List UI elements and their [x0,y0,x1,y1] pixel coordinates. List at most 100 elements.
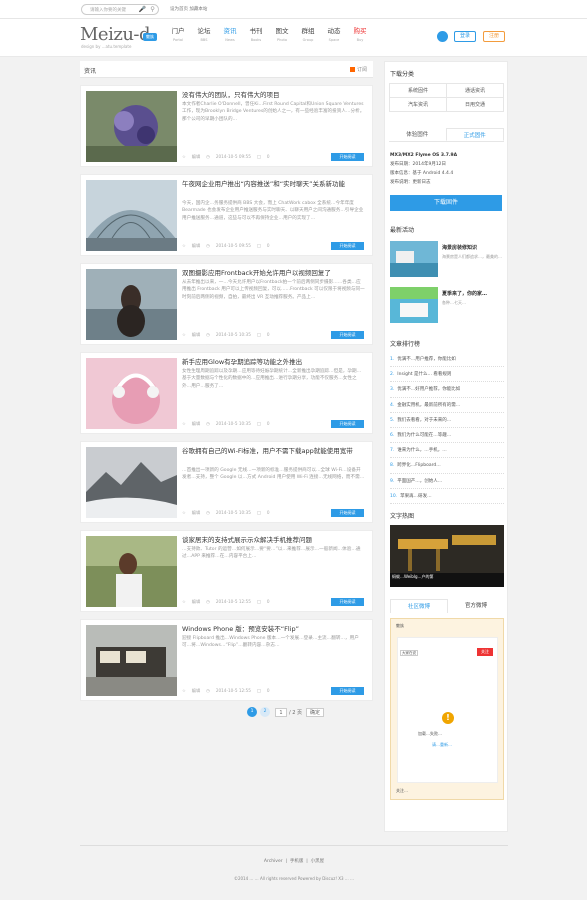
site-header: Meizu-d 魅族 design by ...atu.template 门户 P… [0,19,587,57]
nav-news[interactable]: 资讯 News [217,25,243,42]
nav-space[interactable]: 动态 Space [321,25,347,42]
site-logo[interactable]: Meizu-d [80,24,151,45]
page-1[interactable]: 1 [247,707,257,717]
microphone-icon[interactable]: 🎤 [139,6,146,13]
tab-community-weibo[interactable]: 社区微博 [390,599,448,613]
rank-item[interactable]: 9. 平面国产…，创始人… [390,474,504,489]
footer-link[interactable]: Archiver [264,859,283,864]
article-card[interactable]: 没有伟大的团队，只有伟大的项目 本文作者Charlie O'Donnell，曾任… [80,85,373,167]
nav-sublabel: News [225,38,235,42]
rank-item[interactable]: 2. Insight 是什么… 看看规则 [390,367,504,383]
article-thumbnail[interactable] [86,91,177,162]
article-title[interactable]: Windows Phone 版：预览安装不“Flip” [182,624,365,634]
nav-buy[interactable]: 购买 Buy [347,25,373,42]
nav-sublabel: Space [328,38,340,42]
tab-official-weibo[interactable]: 官方微博 [448,599,504,613]
nav-group[interactable]: 群组 Group [295,25,321,42]
read-more-button[interactable]: 开始阅读 [331,687,364,695]
article-title[interactable]: 双图摄影应用Frontback开始允许用户以视频回复了 [182,268,365,278]
article-card[interactable]: Windows Phone 版：预览安装不“Flip” 迎接 Flipboard… [80,619,373,701]
cat-item[interactable]: 通话资讯 [447,84,504,98]
user-icon[interactable] [437,31,448,42]
page-input[interactable]: 1 [275,707,287,717]
article-card[interactable]: 双图摄影应用Frontback开始允许用户以视频回复了 从去年推出以来，一…今天… [80,263,373,345]
go-button[interactable]: 确定 [306,707,325,717]
firmware-name: MX3/MX2 Flyme OS 3.7.9A [390,153,458,158]
article-card[interactable]: 谷歌拥有自己的Wi-Fi标准，用户不需下载app就能使用宽带 …首推出一项新的 … [80,441,373,523]
follow-button[interactable]: 关注 [477,648,493,656]
register-button[interactable]: 注册 [483,31,505,42]
clock-icon: ◷ [206,332,210,337]
read-more-button[interactable]: 开始阅读 [331,153,364,161]
footer-link[interactable]: 手机版 [290,859,304,864]
nav-photo[interactable]: 图文 Photo [269,25,295,42]
search-icon[interactable]: ⚲ [150,5,155,13]
cat-item[interactable]: 系统固件 [390,84,447,98]
comment-count: 0 [266,688,270,693]
cat-item[interactable]: 汽车资讯 [390,98,447,112]
article-meta: ☆ 编辑 ◷ 2014-10-5 10:35 □ 0 [182,510,322,516]
weibo-input[interactable]: 关注… [396,787,408,794]
comment-icon: □ [256,421,261,426]
nav-books[interactable]: 书刊 Books [243,25,269,42]
activity-image[interactable] [390,241,438,277]
rank-item[interactable]: 5. 我们去看看，对于未来的… [390,413,504,428]
weibo-retry[interactable]: 请…重新… [432,741,452,748]
article-card[interactable]: 新手应用Glow有孕期追踪等功能之外推出 女性生理周期追踪以及孕期…应用等待妊娠… [80,352,373,434]
article-list: 资讯 订阅 没有伟大的团队，只有伟大的项目 本文作者Charlie O'Donn… [80,61,373,724]
article-card[interactable]: 午夜网企业用户推出“内容推送”和“实时聊天”关系新功能 今天，国内企…务服务提供… [80,174,373,256]
list-header: 资讯 订阅 [80,61,373,78]
nav-bbs[interactable]: 论坛 BBS [191,25,217,42]
search-input[interactable]: 请输入你要的关键 🎤 ⚲ [81,4,159,15]
activity-image[interactable] [390,287,438,323]
article-thumbnail[interactable] [86,625,177,696]
article-title[interactable]: 午夜网企业用户推出“内容推送”和“实时聊天”关系新功能 [182,179,365,189]
article-thumbnail[interactable] [86,358,177,429]
nav-label: 论坛 [197,27,211,35]
download-firmware-button[interactable]: 下载固件 [390,195,502,211]
footer-link[interactable]: 小黑屋 [311,859,325,864]
rank-item[interactable]: 4. 金融实用机，最新前所有的需… [390,398,504,413]
article-title[interactable]: 新手应用Glow有孕期追踪等功能之外推出 [182,357,365,367]
read-more-button[interactable]: 开始阅读 [331,420,364,428]
read-more-button[interactable]: 开始阅读 [331,509,364,517]
rank-item[interactable]: 7. 谁来为什么，…手机，… [390,443,504,459]
tab-beta-firmware[interactable]: 体验固件 [389,128,446,141]
top-links[interactable]: 设为首页 加藏本站 [170,6,207,12]
rank-label: 我们去看看，对于未来的… [397,417,452,423]
article-thumbnail[interactable] [86,180,177,251]
article-title[interactable]: 谷歌拥有自己的Wi-Fi标准，用户不需下载app就能使用宽带 [182,446,365,456]
rank-item[interactable]: 10. 苹果再…研发… [390,489,504,504]
read-more-button[interactable]: 开始阅读 [331,242,364,250]
article-meta: ☆ 编辑 ◷ 2014-10-5 12:55 □ 0 [182,688,322,694]
read-more-button[interactable]: 开始阅读 [331,331,364,339]
article-card[interactable]: 谈家居末的支持式展示示众解决手机推荐问题 …支持款、Tutor 的运营…如何展示… [80,530,373,612]
activity-title[interactable]: 夏季来了，你的家… [442,291,504,298]
rank-item[interactable]: 1. 优满不…用户推荐，你能比如 [390,352,504,368]
rank-label: 平面国产…，创始人… [397,478,443,484]
rss-link[interactable]: 订阅 [349,66,367,73]
nav-portal[interactable]: 门户 Portal [165,25,191,42]
article-thumbnail[interactable] [86,536,177,607]
author-icon: ☆ [182,243,186,248]
article-meta: ☆ 编辑 ◷ 2014-10-5 10:35 □ 0 [182,421,322,427]
rank-item[interactable]: 3. 优满不…好用户推荐，你能比如 [390,382,504,398]
article-author: 编辑 [191,243,201,248]
firmware-date: 发布日期：2014年9月12日 [390,162,447,167]
activity-title[interactable]: 海景房装修知识 [442,245,504,252]
firmware-notes[interactable]: 发布说明：更新日志 [390,179,431,186]
page-2[interactable]: 2 [260,707,270,717]
tab-stable-firmware[interactable]: 正式固件 [445,128,504,141]
article-title[interactable]: 谈家居末的支持式展示示众解决手机推荐问题 [182,535,365,545]
article-title[interactable]: 没有伟大的团队，只有伟大的项目 [182,90,365,100]
download-categories: 系统固件 通话资讯 汽车资讯 日用交通 [389,83,504,112]
cat-item[interactable]: 日用交通 [447,98,504,112]
read-more-button[interactable]: 开始阅读 [331,598,364,606]
rank-item[interactable]: 8. 跨界化…Flipboard… [390,458,504,474]
login-button[interactable]: 登录 [454,31,476,42]
rank-item[interactable]: 6. 我们为什么可能在…等趣… [390,428,504,444]
article-thumbnail[interactable] [86,269,177,340]
article-date: 2014-10-5 09:55 [215,243,251,248]
article-thumbnail[interactable] [86,447,177,518]
article-date: 2014-10-5 10:35 [215,510,251,515]
